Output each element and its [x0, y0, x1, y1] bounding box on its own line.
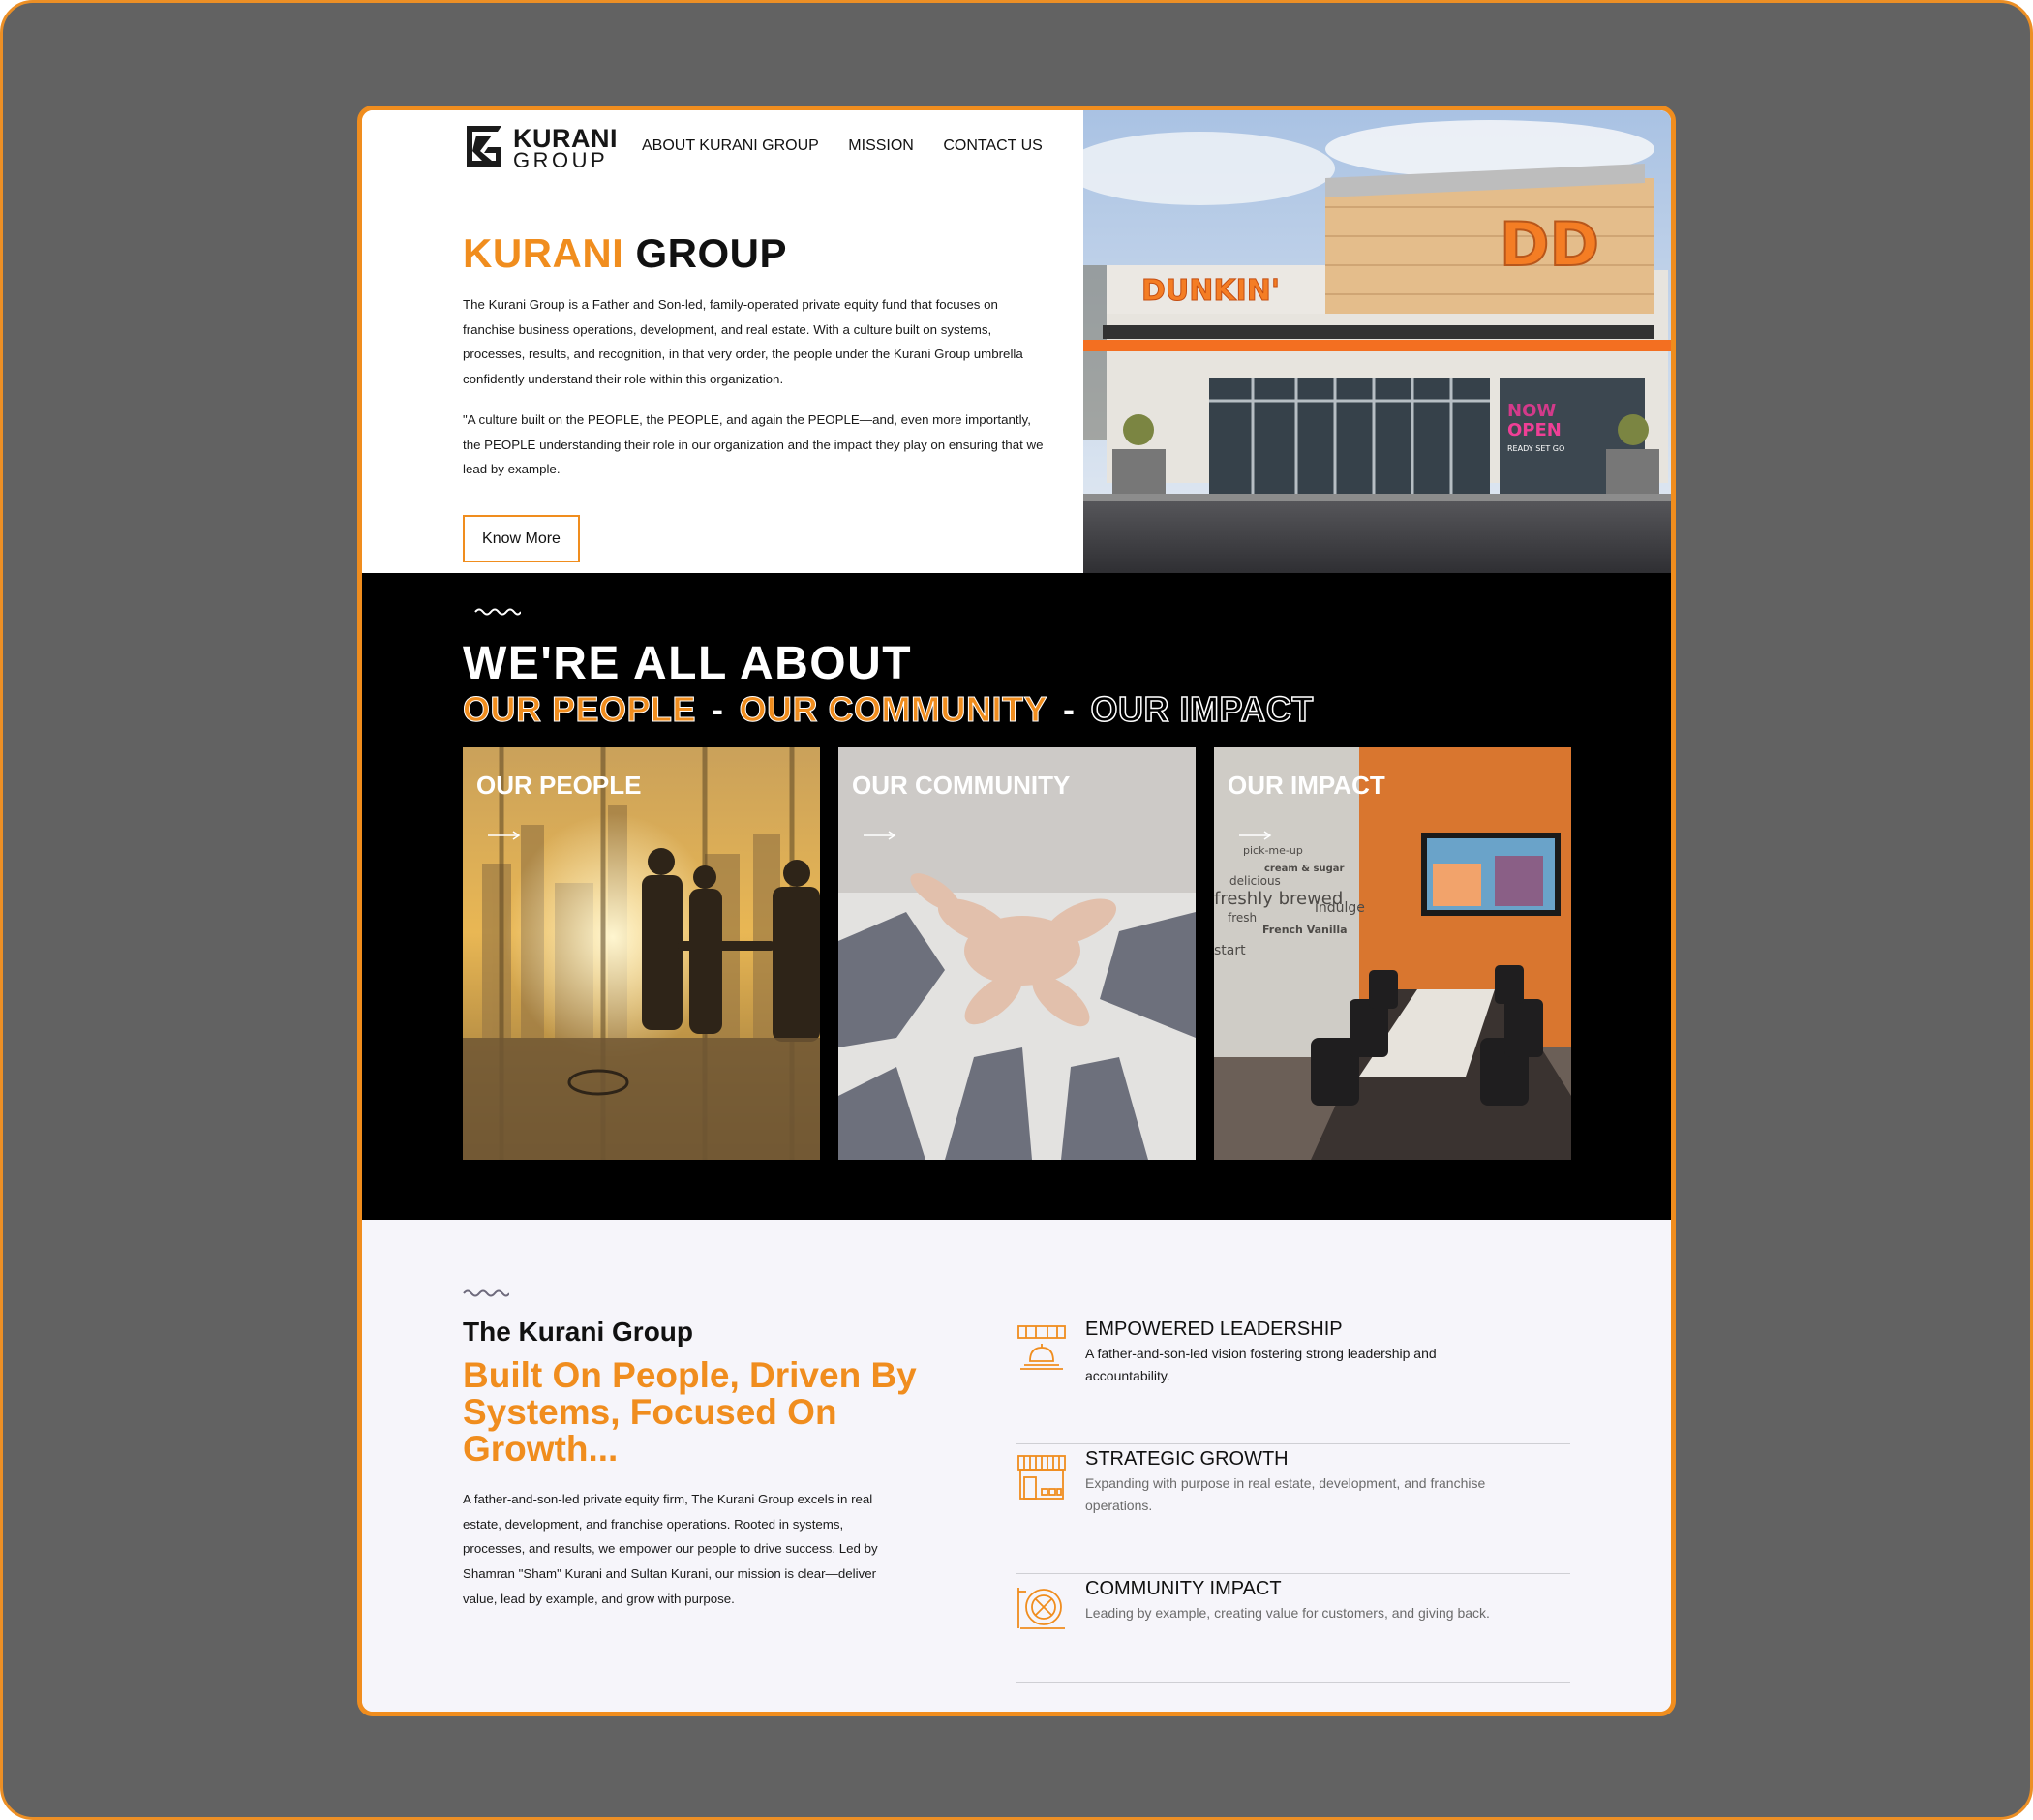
feature-empowered-leadership: EMPOWERED LEADERSHIP A father-and-son-le… — [1016, 1315, 1570, 1444]
kurani-tagline: Built On People, Driven By Systems, Focu… — [463, 1355, 917, 1469]
card-impact-title: OUR IMPACT — [1228, 771, 1385, 800]
feature-description: Leading by example, creating value for c… — [1085, 1605, 1490, 1621]
squiggle-divider-icon — [474, 608, 521, 616]
service-bell-icon — [1017, 1325, 1066, 1370]
dd-badge-text: DD — [1500, 209, 1599, 280]
feature-description: Expanding with purpose in real estate, d… — [1085, 1475, 1486, 1513]
values-sub-people: OUR PEOPLE — [462, 689, 697, 730]
wall-word-4: indulge — [1315, 900, 1365, 916]
wall-word-2: cream & sugar — [1264, 864, 1344, 874]
feature-community-impact: COMMUNITY IMPACT Leading by example, cre… — [1016, 1574, 1570, 1683]
storefront-icon — [1017, 1455, 1066, 1500]
card-community-title: OUR COMMUNITY — [852, 771, 1071, 800]
website-screenshot-frame: KURANI GROUP ABOUT KURANI GROUP MISSION … — [357, 106, 1676, 1716]
hero-intro-paragraph: The Kurani Group is a Father and Son-led… — [463, 297, 1023, 387]
card-our-people[interactable]: OUR PEOPLE — [463, 747, 820, 1160]
impact-conference-room-photo: pick-me-up cream & sugar freshly brewed … — [1214, 747, 1571, 1160]
values-sep-1: - — [712, 689, 724, 729]
arrow-right-icon[interactable] — [864, 831, 896, 840]
now-open-line2: OPEN — [1507, 420, 1562, 440]
kurani-overview-section: The Kurani Group Built On People, Driven… — [362, 1220, 1671, 1712]
feature-title: STRATEGIC GROWTH — [1085, 1448, 1289, 1470]
nav-about[interactable]: ABOUT KURANI GROUP — [642, 137, 819, 154]
wall-word-7: fresh — [1228, 911, 1257, 925]
card-our-community[interactable]: OUR COMMUNITY — [838, 747, 1196, 1160]
kurani-paragraph: A father-and-son-led private equity firm… — [463, 1492, 878, 1606]
dunkin-sign-text: DUNKIN' — [1141, 274, 1280, 308]
arrow-right-icon[interactable] — [1239, 831, 1272, 840]
values-sub-impact: OUR IMPACT — [1090, 688, 1314, 730]
values-sub-community: OUR COMMUNITY — [739, 689, 1048, 730]
values-subheading: OUR PEOPLE - OUR COMMUNITY - OUR IMPACT — [462, 688, 1314, 730]
people-handshake-photo — [463, 747, 820, 1160]
hero-title-accent: KURANI — [463, 230, 624, 276]
know-more-button[interactable]: Know More — [463, 515, 580, 562]
card-people-title: OUR PEOPLE — [476, 771, 642, 800]
wall-word-8: start — [1214, 943, 1246, 958]
wall-word-6: delicious — [1229, 874, 1281, 888]
nav-mission[interactable]: MISSION — [848, 137, 914, 154]
feature-title: COMMUNITY IMPACT — [1085, 1578, 1282, 1599]
values-sep-2: - — [1063, 689, 1076, 729]
arrow-right-icon[interactable] — [488, 831, 521, 840]
hero-section: KURANI GROUP ABOUT KURANI GROUP MISSION … — [362, 110, 1671, 573]
dunkin-storefront-photo: DUNKIN' DD NOW OPEN READY SET GO — [1083, 110, 1671, 573]
now-open-line3: READY SET GO — [1507, 444, 1564, 453]
feature-description: A father-and-son-led vision fostering st… — [1085, 1346, 1437, 1383]
values-section: WE'RE ALL ABOUT OUR PEOPLE - OUR COMMUNITY… — [362, 573, 1671, 1220]
kurani-heading: The Kurani Group — [463, 1317, 693, 1347]
squiggle-divider-icon — [463, 1289, 509, 1297]
card-our-impact[interactable]: pick-me-up cream & sugar freshly brewed … — [1214, 747, 1571, 1160]
kurani-group-logo[interactable]: KURANI GROUP — [463, 124, 620, 172]
nav-contact[interactable]: CONTACT US — [943, 137, 1043, 154]
feature-title: EMPOWERED LEADERSHIP — [1085, 1319, 1343, 1340]
main-nav: ABOUT KURANI GROUP MISSION CONTACT US — [642, 137, 1068, 155]
hero-title: KURANI GROUP — [463, 230, 787, 277]
hero-quote-paragraph: "A culture built on the PEOPLE, the PEOP… — [463, 412, 1044, 477]
wall-word-5: French Vanilla — [1262, 924, 1348, 936]
values-heading: WE'RE ALL ABOUT — [463, 638, 913, 689]
dining-plate-icon — [1017, 1588, 1065, 1629]
community-hands-photo — [838, 747, 1196, 1160]
wall-word-1: pick-me-up — [1243, 844, 1303, 857]
hero-title-rest: GROUP — [635, 230, 788, 276]
logo-word-group: GROUP — [513, 148, 609, 172]
now-open-line1: NOW — [1507, 401, 1556, 421]
feature-strategic-growth: STRATEGIC GROWTH Expanding with purpose … — [1016, 1444, 1570, 1574]
kurani-logo-mark-icon — [467, 126, 501, 167]
